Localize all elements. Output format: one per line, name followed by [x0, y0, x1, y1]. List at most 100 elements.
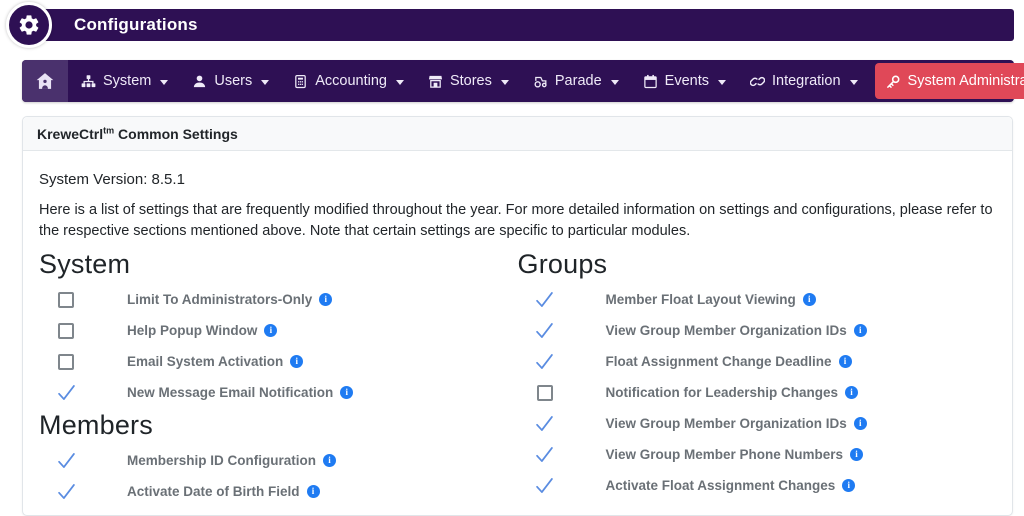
settings-description: Here is a list of settings that are freq…	[39, 200, 996, 244]
setting-row-notification-for-leadership-changes: Notification for Leadership Changes i	[518, 377, 997, 408]
setting-label-text: Limit To Administrators-Only	[127, 292, 312, 307]
info-icon[interactable]: i	[850, 448, 863, 461]
checkbox[interactable]	[58, 292, 74, 308]
nav-item-system[interactable]: System	[70, 60, 179, 102]
nav-item-system-administration[interactable]: System Administration	[875, 63, 1024, 99]
page-title: Configurations	[74, 15, 198, 35]
checkmark-icon[interactable]	[55, 382, 77, 404]
setting-label: Member Float Layout Viewing i	[606, 292, 816, 307]
setting-label: New Message Email Notificationi	[127, 385, 353, 400]
nav-item-parade[interactable]: Parade	[522, 60, 630, 102]
info-icon[interactable]: i	[319, 293, 332, 306]
checkbox-unchecked[interactable]	[534, 382, 556, 404]
info-icon[interactable]: i	[842, 479, 855, 492]
panel-title: KreweCtrltm Common Settings	[37, 126, 238, 142]
setting-label: View Group Member Organization IDs i	[606, 416, 867, 431]
nav-item-users[interactable]: Users	[181, 60, 280, 102]
setting-row-email-system-activation: Email System Activation i	[39, 346, 518, 377]
setting-label-text: Help Popup Window	[127, 323, 257, 338]
checkbox-unchecked[interactable]	[55, 320, 77, 342]
calculator-icon	[293, 74, 308, 89]
nav-home-button[interactable]	[22, 60, 68, 102]
setting-label: Email System Activation i	[127, 354, 303, 369]
nav-item-label: Stores	[450, 73, 492, 89]
panel-header: KreweCtrltm Common Settings	[23, 117, 1012, 151]
checkmark-icon[interactable]	[55, 450, 77, 472]
setting-row-help-popup-window: Help Popup Window i	[39, 315, 518, 346]
setting-row-member-float-layout-viewing: Member Float Layout Viewing i	[518, 284, 997, 315]
info-icon[interactable]: i	[323, 454, 336, 467]
info-icon[interactable]: i	[839, 355, 852, 368]
user-icon	[192, 74, 207, 89]
caret-down-icon	[261, 80, 269, 85]
caret-down-icon	[396, 80, 404, 85]
setting-label: Float Assignment Change Deadline i	[606, 354, 852, 369]
setting-label-text: Activate Date of Birth Field	[127, 484, 300, 499]
settings-columns: SystemLimit To Administrators-OnlyiHelp …	[39, 247, 996, 507]
setting-label: Activate Float Assignment Changesi	[606, 478, 856, 493]
caret-down-icon	[718, 80, 726, 85]
setting-label-text: Notification for Leadership Changes	[606, 385, 839, 400]
nav-item-label: Accounting	[315, 73, 387, 89]
info-icon[interactable]: i	[290, 355, 303, 368]
nav-item-label: Events	[665, 73, 709, 89]
gear-icon	[17, 13, 41, 37]
info-icon[interactable]: i	[854, 417, 867, 430]
setting-row-view-group-member-organization-ids: View Group Member Organization IDsi	[518, 315, 997, 346]
setting-row-limit-to-administrators-only: Limit To Administrators-Only i	[39, 284, 518, 315]
nav-item-label: Integration	[772, 73, 841, 89]
checkbox[interactable]	[537, 385, 553, 401]
info-icon[interactable]: i	[854, 324, 867, 337]
calendar-icon	[643, 74, 658, 89]
link-icon	[750, 74, 765, 89]
nav-item-events[interactable]: Events	[632, 60, 737, 102]
setting-row-view-group-member-organization-ids: View Group Member Organization IDs i	[518, 408, 997, 439]
checkbox-unchecked[interactable]	[55, 289, 77, 311]
info-icon[interactable]: i	[307, 485, 320, 498]
settings-column-left: SystemLimit To Administrators-OnlyiHelp …	[39, 247, 518, 507]
checkbox-unchecked[interactable]	[55, 351, 77, 373]
nav-item-label: Users	[214, 73, 252, 89]
setting-label-text: Float Assignment Change Deadline	[606, 354, 832, 369]
nav-item-label: System Administration	[908, 73, 1024, 89]
checkbox[interactable]	[58, 354, 74, 370]
checkmark-icon[interactable]	[534, 289, 556, 311]
checkmark-icon[interactable]	[534, 475, 556, 497]
caret-down-icon	[160, 80, 168, 85]
home-icon	[35, 71, 55, 91]
setting-label: Membership ID Configurationi	[127, 453, 336, 468]
setting-row-view-group-member-phone-numbers: View Group Member Phone Numbersi	[518, 439, 997, 470]
caret-down-icon	[501, 80, 509, 85]
nav-item-label: System	[103, 73, 151, 89]
setting-label: Limit To Administrators-Only i	[127, 292, 332, 307]
checkmark-icon[interactable]	[534, 413, 556, 435]
caret-down-icon	[850, 80, 858, 85]
nav-item-integration[interactable]: Integration	[739, 60, 869, 102]
setting-row-new-message-email-notification: New Message Email Notificationi	[39, 377, 518, 408]
info-icon[interactable]: i	[340, 386, 353, 399]
tractor-icon	[533, 74, 548, 89]
setting-label: View Group Member Organization IDsi	[606, 323, 867, 338]
setting-row-activate-float-assignment-changes: Activate Float Assignment Changesi	[518, 470, 997, 501]
app-header-bar: Configurations	[30, 9, 1014, 41]
setting-label-text: Member Float Layout Viewing	[606, 292, 796, 307]
checkmark-icon[interactable]	[534, 444, 556, 466]
section-heading-groups: Groups	[518, 249, 997, 280]
checkbox[interactable]	[58, 323, 74, 339]
main-navbar: System Users Accounting Stores	[22, 60, 1014, 102]
section-heading-system: System	[39, 249, 518, 280]
info-icon[interactable]: i	[803, 293, 816, 306]
nav-item-accounting[interactable]: Accounting	[282, 60, 415, 102]
checkmark-icon[interactable]	[55, 481, 77, 503]
settings-panel: KreweCtrltm Common Settings System Versi…	[22, 116, 1013, 516]
setting-label-text: Email System Activation	[127, 354, 283, 369]
checkmark-icon[interactable]	[534, 320, 556, 342]
setting-label-text: View Group Member Organization IDs	[606, 416, 847, 431]
info-icon[interactable]: i	[264, 324, 277, 337]
caret-down-icon	[611, 80, 619, 85]
checkmark-icon[interactable]	[534, 351, 556, 373]
system-version: System Version: 8.5.1	[39, 171, 996, 188]
info-icon[interactable]: i	[845, 386, 858, 399]
nav-item-stores[interactable]: Stores	[417, 60, 520, 102]
store-icon	[428, 74, 443, 89]
